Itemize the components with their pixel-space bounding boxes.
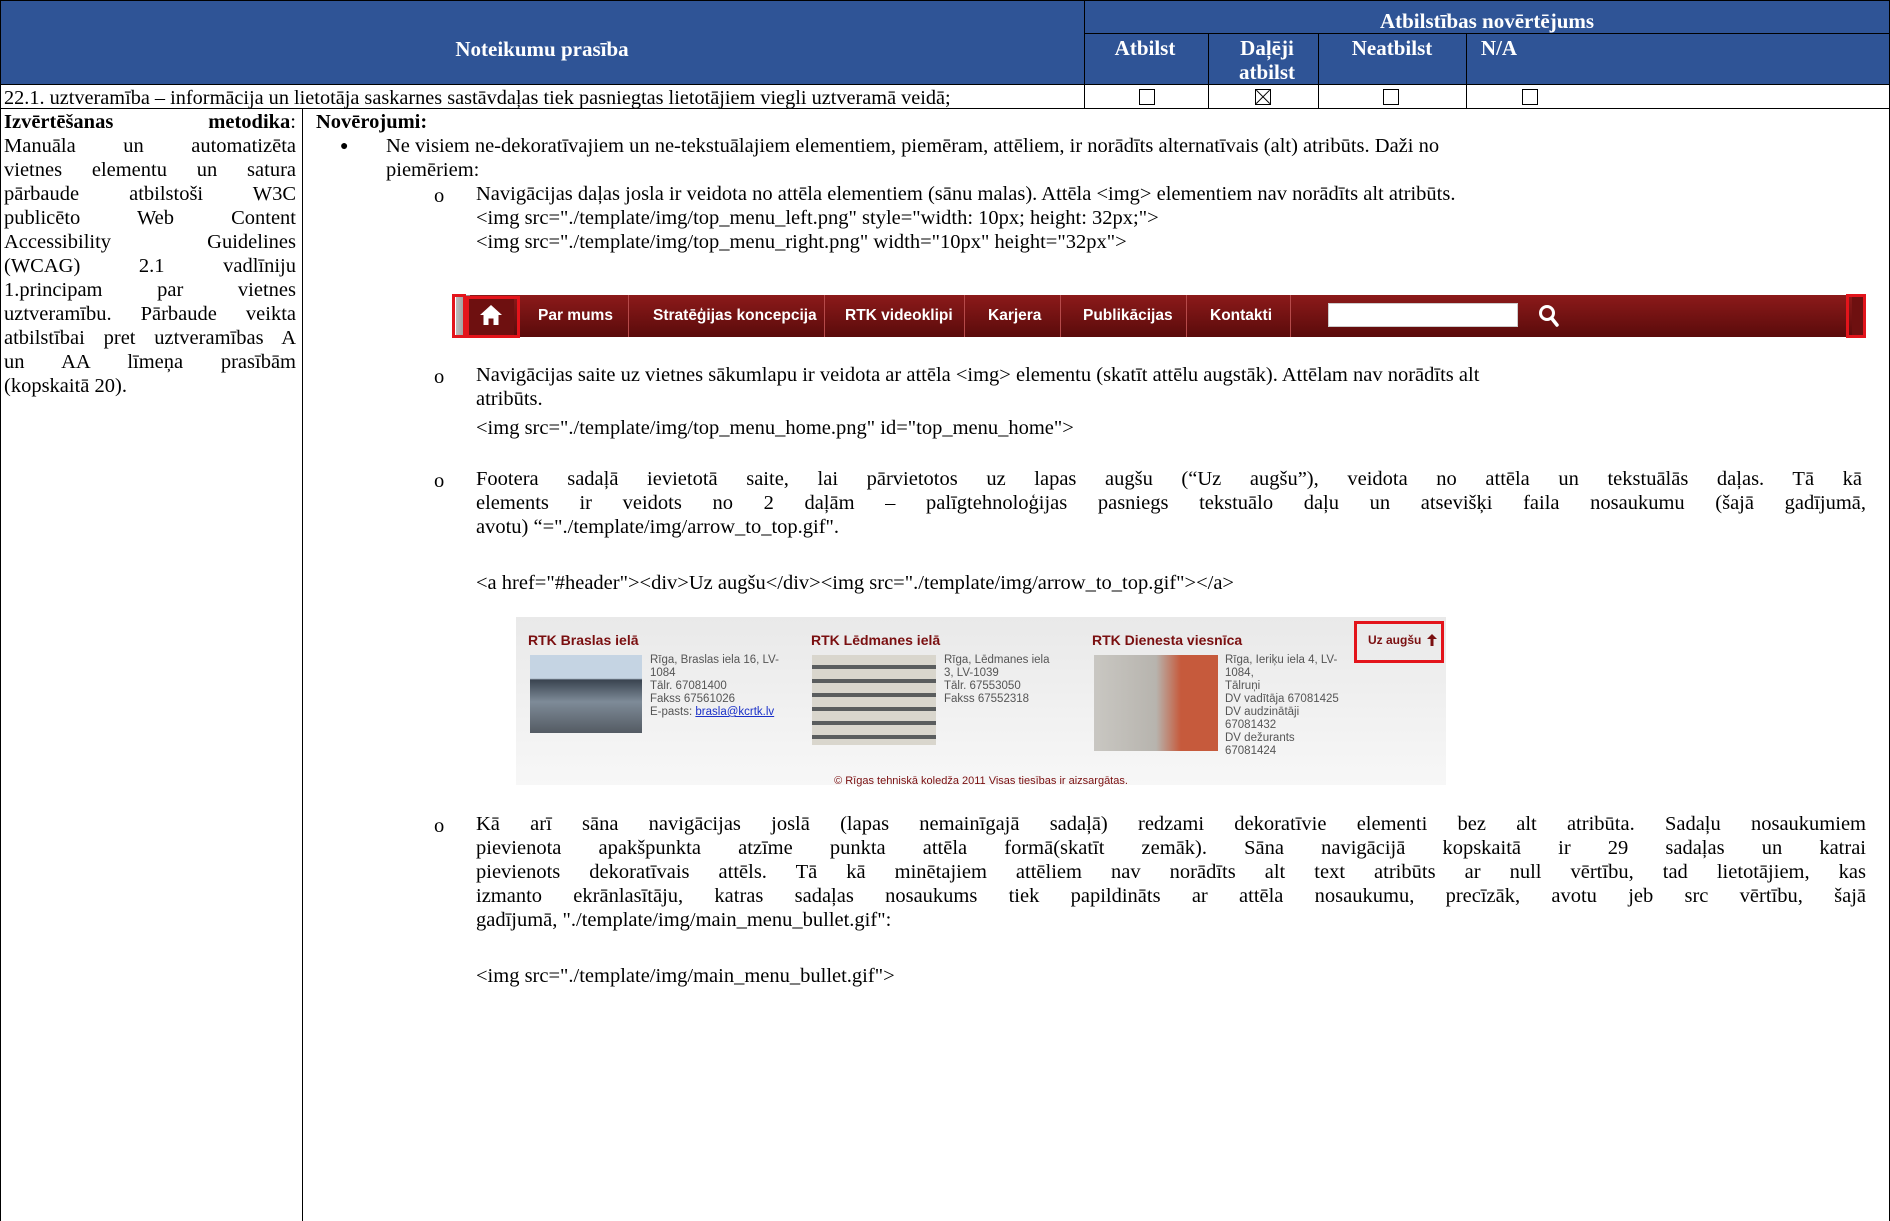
nav-item-publikacijas[interactable]: Publikācijas [1083,307,1173,325]
methodology-line: uztveramību. Pārbaude veikta [4,303,296,325]
item1-text: Navigācijas daļas josla ir veidota no at… [476,183,1456,205]
col-header-atbilst: Atbilst [1114,36,1176,60]
address-line: 67081432 [1225,719,1277,731]
item4-line: gadījumā, "./template/img/main_menu_bull… [476,909,892,931]
navbar-search-input[interactable] [1328,303,1518,327]
address-line: Rīga, Braslas iela 16, LV- [650,654,779,666]
nav-item-videoklipi[interactable]: RTK videoklipi [845,307,953,325]
checkbox-atbilst[interactable] [1139,89,1155,105]
requirement-text: 22.1. uztveramība – informācija un lieto… [4,87,951,109]
methodology-line: 1.principam par vietnes [4,279,296,301]
methodology-line: (kopskaitā 20). [4,375,127,397]
email-line: E-pasts: brasla@kcrtk.lv [650,706,779,719]
sub-bullet: o [434,815,445,837]
col-header-daleji: Daļēji atbilst [1238,36,1295,84]
footer-title-braslas: RTK Braslas ielā [528,632,639,648]
highlight-left-edge [452,294,466,338]
sub-bullet: o [434,366,445,388]
item3-line: elements ir veidots no 2 daļām – palīgte… [476,492,1866,514]
observation-bullet-line: piemēriem: [386,159,480,181]
footer-address-ledmanes: Rīga, Lēdmanes iela 3, LV-1039 Tālr. 675… [944,654,1049,706]
home-icon[interactable] [479,304,503,326]
photo-ledmanes [812,655,936,745]
nav-item-par-mums[interactable]: Par mums [538,307,613,325]
email-link[interactable]: brasla@kcrtk.lv [695,706,774,718]
observation-bullet-line: Ne visiem ne-dekoratīvajiem un ne-tekstu… [386,135,1440,157]
sub-bullet: o [434,470,445,492]
methodology-line: vietnes elementu un satura [4,159,296,181]
photo-braslas [530,655,642,733]
to-top-link[interactable]: Uz augšu [1368,633,1421,647]
address-line: 1084 [650,667,676,679]
address-line: Tālr. 67553050 [944,680,1021,692]
item1-code-right: <img src="./template/img/top_menu_right.… [476,231,1127,253]
item4-code: <img src="./template/img/main_menu_bulle… [476,965,895,987]
email-label: E-pasts: [650,706,696,718]
methodology-line: publicēto Web Content [4,207,296,229]
requirement-column-header: Noteikumu prasība [0,36,1084,62]
item3-line: Footera sadaļā ievietotā saite, lai pārv… [476,468,1862,490]
address-line: Fakss 67561026 [650,693,736,705]
address-line: 3, LV-1039 [944,667,999,679]
footer-address-viesnica: Rīga, Ieriķu iela 4, LV- 1084, Tālruņi D… [1225,654,1339,758]
address-line: 1084, [1225,667,1254,679]
checkbox-daleji-atbilst[interactable] [1255,89,1271,105]
col-header-neatbilst: Neatbilst [1351,36,1433,60]
item3-code: <a href="#header"><div>Uz augšu</div><im… [476,572,1234,594]
item2-line: Navigācijas saite uz vietnes sākumlapu i… [476,364,1480,386]
methodology-line: un AA līmeņa prasībām [4,351,296,373]
col-header-na: N/A [1480,36,1518,60]
nav-item-kontakti[interactable]: Kontakti [1210,307,1272,325]
address-line: Fakss 67552318 [944,693,1030,705]
nav-item-karjera[interactable]: Karjera [988,307,1041,325]
methodology-line: Accessibility Guidelines [4,231,296,253]
item3-line: avotu) “="./template/img/arrow_to_top.gi… [476,516,840,538]
methodology-line: Manuāla un automatizēta [4,135,296,157]
address-line: Tālr. 67081400 [650,680,727,692]
address-line: DV audzinātāji [1225,706,1300,718]
search-icon[interactable] [1538,304,1560,328]
address-line: Rīga, Ieriķu iela 4, LV- [1225,654,1338,666]
methodology-block: Izvērtēšanas metodika: Manuāla un automa… [4,110,296,398]
methodology-line: pārbaude atbilstoši W3C [4,183,296,205]
item4-line: izmanto ekrānlasītāju, katras sadaļas no… [476,885,1866,907]
arrow-up-icon [1427,634,1437,646]
address-line: Rīga, Lēdmanes iela [944,654,1050,666]
footer-title-ledmanes: RTK Lēdmanes ielā [811,632,941,648]
checkbox-na[interactable] [1522,89,1538,105]
footer-address-braslas: Rīga, Braslas iela 16, LV- 1084 Tālr. 67… [650,654,779,719]
highlight-right-edge [1846,294,1866,338]
address-line: DV dežurants [1225,732,1295,744]
item2-line: atribūts. [476,388,543,410]
methodology-line: (WCAG) 2.1 vadlīniju [4,255,296,277]
item1-code-left: <img src="./template/img/top_menu_left.p… [476,207,1159,229]
bullet-dot: ● [340,139,349,154]
observations-label: Novērojumi: [316,111,428,133]
methodology-heading: Izvērtēšanas metodika: [4,111,296,133]
item4-line: Kā arī sāna navigācijas joslā (lapas nem… [476,813,1866,835]
checkbox-neatbilst[interactable] [1383,89,1399,105]
footer-title-viesnica: RTK Dienesta viesnīca [1092,632,1243,648]
methodology-label: Izvērtēšanas metodika [4,111,291,133]
item2-code: <img src="./template/img/top_menu_home.p… [476,417,1074,439]
methodology-line: atbilstībai pret uztveramības A [4,327,296,349]
photo-viesnica [1094,655,1218,751]
assessment-header: Atbilstības novērtējums [1379,9,1595,33]
item4-line: pievienots dekoratīvais attēls. Tā kā mi… [476,861,1866,883]
address-line: Tālruņi [1225,680,1261,692]
address-line: DV vadītāja 67081425 [1225,693,1339,705]
sub-bullet: o [434,185,445,207]
item4-line: pievienota apakšpunkta atzīme punkta att… [476,837,1866,859]
nav-item-strategijas[interactable]: Stratēģijas koncepcija [653,307,817,325]
footer-copyright: © Rīgas tehniskā koledža 2011 Visas ties… [834,775,1128,787]
address-line: 67081424 [1225,745,1277,757]
